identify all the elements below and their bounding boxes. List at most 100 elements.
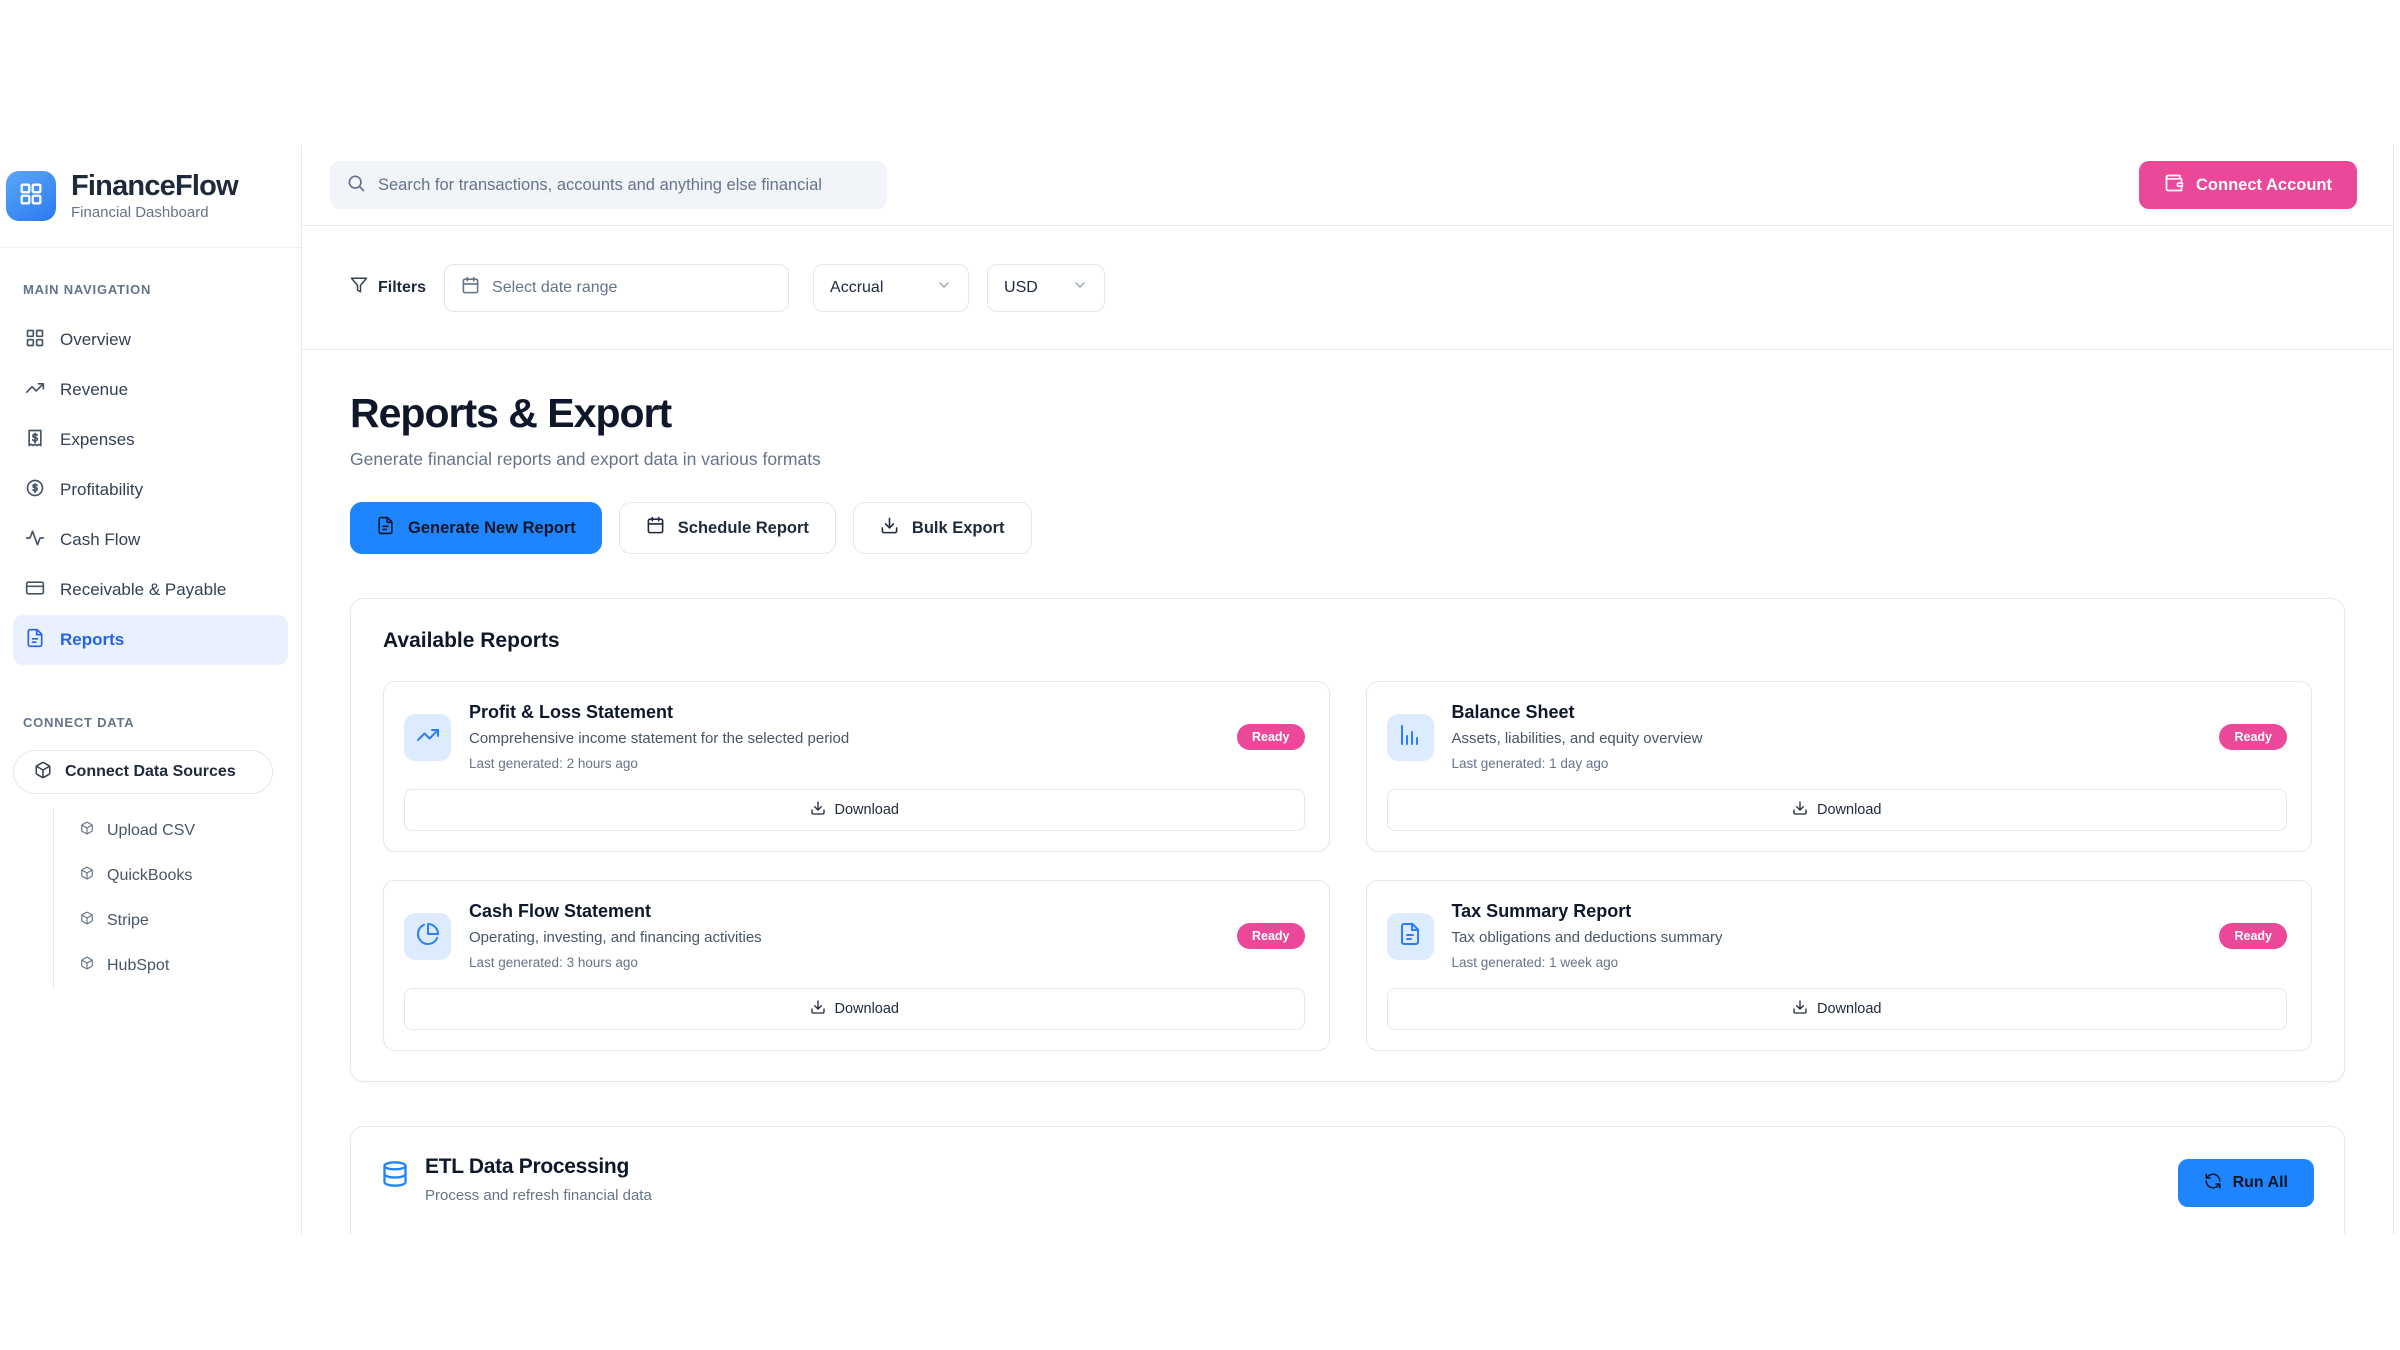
accounting-method-select[interactable]: Accrual — [813, 264, 969, 312]
file-text-icon — [376, 516, 395, 540]
currency-value: USD — [1004, 279, 1038, 297]
file-text-icon — [1398, 922, 1422, 951]
sidebar-item-receivable-payable[interactable]: Receivable & Payable — [13, 565, 288, 615]
download-icon — [1792, 800, 1808, 820]
source-item-quickbooks[interactable]: QuickBooks — [80, 853, 288, 898]
report-description: Tax obligations and deductions summary — [1452, 929, 2202, 946]
brand-block: FinanceFlow Financial Dashboard — [0, 145, 301, 248]
search-box — [330, 161, 887, 209]
main-area: Connect Account Filters Select date ra — [302, 145, 2393, 1234]
download-label: Download — [1817, 1001, 1882, 1017]
etl-title: ETL Data Processing — [425, 1155, 2162, 1179]
sidebar-item-label: Profitability — [60, 480, 143, 500]
etl-subtitle: Process and refresh financial data — [425, 1187, 2162, 1204]
calendar-icon — [461, 276, 480, 300]
source-item-upload-csv[interactable]: Upload CSV — [80, 808, 288, 853]
generate-new-report-label: Generate New Report — [408, 519, 576, 538]
page-content: Reports & Export Generate financial repo… — [302, 350, 2393, 1234]
search-input[interactable] — [378, 176, 871, 195]
report-icon-tile — [404, 714, 451, 761]
sidebar-item-cash-flow[interactable]: Cash Flow — [13, 515, 288, 565]
credit-card-icon — [25, 578, 45, 603]
report-description: Operating, investing, and financing acti… — [469, 929, 1219, 946]
date-range-placeholder: Select date range — [492, 279, 617, 297]
report-card-balance-sheet: Balance Sheet Assets, liabilities, and e… — [1366, 681, 2313, 852]
report-last-generated: Last generated: 3 hours ago — [469, 955, 1219, 970]
dashboard-grid-icon — [25, 328, 45, 353]
download-icon — [810, 999, 826, 1019]
dollar-circle-icon — [25, 478, 45, 503]
status-badge: Ready — [1237, 724, 1305, 750]
report-icon-tile — [1387, 714, 1434, 761]
currency-select[interactable]: USD — [987, 264, 1105, 312]
package-icon — [80, 821, 94, 840]
app-window: FinanceFlow Financial Dashboard MAIN NAV… — [0, 145, 2394, 1234]
source-item-stripe[interactable]: Stripe — [80, 898, 288, 943]
sidebar-item-label: Revenue — [60, 380, 128, 400]
sidebar-item-revenue[interactable]: Revenue — [13, 365, 288, 415]
package-icon — [80, 956, 94, 975]
source-item-label: Stripe — [107, 912, 149, 930]
download-button[interactable]: Download — [1387, 789, 2288, 831]
trending-up-icon — [25, 378, 45, 403]
sidebar-item-expenses[interactable]: Expenses — [13, 415, 288, 465]
connect-data-sources-button[interactable]: Connect Data Sources — [13, 750, 273, 794]
sidebar: FinanceFlow Financial Dashboard MAIN NAV… — [0, 145, 302, 1234]
schedule-report-button[interactable]: Schedule Report — [619, 502, 836, 554]
brand-name: FinanceFlow — [71, 171, 238, 201]
wallet-icon — [2164, 173, 2184, 198]
report-card-cash-flow: Cash Flow Statement Operating, investing… — [383, 880, 1330, 1051]
pie-chart-icon — [416, 922, 440, 951]
date-range-input[interactable]: Select date range — [444, 264, 789, 312]
filters-label: Filters — [378, 279, 426, 297]
main-navigation: MAIN NAVIGATION Overview Revenue — [0, 248, 301, 988]
page-title: Reports & Export — [350, 390, 2345, 437]
bulk-export-label: Bulk Export — [912, 519, 1005, 538]
status-badge: Ready — [2219, 724, 2287, 750]
run-all-button[interactable]: Run All — [2178, 1159, 2314, 1207]
receipt-icon — [25, 428, 45, 453]
package-icon — [80, 866, 94, 885]
sidebar-item-label: Overview — [60, 330, 131, 350]
download-icon — [1792, 999, 1808, 1019]
generate-new-report-button[interactable]: Generate New Report — [350, 502, 602, 554]
sidebar-item-reports[interactable]: Reports — [13, 615, 288, 665]
download-button[interactable]: Download — [404, 789, 1305, 831]
refresh-icon — [2204, 1172, 2222, 1195]
reports-grid: Profit & Loss Statement Comprehensive in… — [383, 681, 2312, 1051]
filters-bar: Filters Select date range Accrual — [302, 226, 2393, 350]
report-title: Cash Flow Statement — [469, 901, 1219, 922]
report-last-generated: Last generated: 2 hours ago — [469, 756, 1219, 771]
source-item-hubspot[interactable]: HubSpot — [80, 943, 288, 988]
download-button[interactable]: Download — [404, 988, 1305, 1030]
download-button[interactable]: Download — [1387, 988, 2288, 1030]
chevron-down-icon — [936, 277, 952, 298]
sidebar-item-profitability[interactable]: Profitability — [13, 465, 288, 515]
report-last-generated: Last generated: 1 week ago — [1452, 955, 2202, 970]
bulk-export-button[interactable]: Bulk Export — [853, 502, 1032, 554]
sidebar-item-overview[interactable]: Overview — [13, 315, 288, 365]
filters-toggle[interactable]: Filters — [350, 276, 426, 299]
package-icon — [80, 911, 94, 930]
source-item-label: QuickBooks — [107, 867, 192, 885]
sidebar-item-label: Receivable & Payable — [60, 580, 226, 600]
source-item-label: HubSpot — [107, 957, 169, 975]
accounting-method-value: Accrual — [830, 279, 883, 297]
run-all-label: Run All — [2233, 1174, 2288, 1192]
status-badge: Ready — [1237, 923, 1305, 949]
brand-tagline: Financial Dashboard — [71, 204, 238, 221]
status-badge: Ready — [2219, 923, 2287, 949]
funnel-icon — [350, 276, 368, 299]
dashboard-grid-icon — [17, 180, 45, 213]
chevron-down-icon — [1072, 277, 1088, 298]
download-label: Download — [1817, 802, 1882, 818]
connect-account-button[interactable]: Connect Account — [2139, 161, 2357, 209]
search-icon — [346, 173, 366, 198]
report-icon-tile — [404, 913, 451, 960]
download-label: Download — [835, 1001, 900, 1017]
report-description: Comprehensive income statement for the s… — [469, 730, 1219, 747]
report-title: Balance Sheet — [1452, 702, 2202, 723]
report-icon-tile — [1387, 913, 1434, 960]
report-description: Assets, liabilities, and equity overview — [1452, 730, 2202, 747]
package-icon — [34, 761, 52, 784]
